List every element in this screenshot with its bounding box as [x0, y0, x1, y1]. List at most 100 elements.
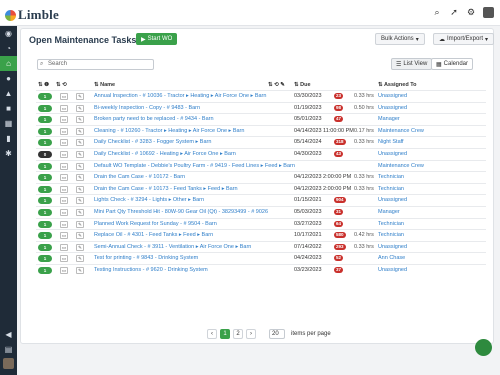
search-icon[interactable]: ⌕: [432, 7, 442, 17]
page-1-button[interactable]: 1: [220, 329, 230, 339]
chat-button[interactable]: [475, 339, 492, 356]
assignee-link[interactable]: Unassigned: [378, 197, 407, 203]
assigned-column-header[interactable]: ⇅ Assigned To: [378, 82, 417, 88]
home-icon[interactable]: ⌂: [0, 56, 17, 71]
table-row[interactable]: 1 ▭ ✎ Planned Work Request for Sunday - # 9…: [36, 217, 486, 230]
task-name-link[interactable]: Planned Work Request for Sunday - # 9504…: [94, 221, 217, 227]
task-name-link[interactable]: Drain the Cam Case - # 10172 - Barn: [94, 174, 185, 180]
task-name-link[interactable]: Cleaning - # 10260 - Tractor ▸ Heating ▸…: [94, 128, 244, 134]
overdue-badge: 52: [334, 255, 344, 262]
table-row[interactable]: 1 ▭ ✎ Testing Instructions - # 9620 - Drink…: [36, 263, 486, 276]
gear-icon[interactable]: ✱: [0, 146, 17, 161]
calendar-button[interactable]: ▦ Calendar: [431, 58, 474, 70]
table-row[interactable]: 1 ▭ ✎ Daily Checklist - # 3283 - Fogger Sys…: [36, 136, 486, 148]
table-row[interactable]: 1 ▭ ✎ Lights Check - # 3294 - Lights ▸ Othe…: [36, 194, 486, 206]
table-row[interactable]: 1 ▭ ✎ Annual Inspection - # 10036 - Tractor…: [36, 90, 486, 102]
table-row[interactable]: 1 ▭ ✎ Replace Oil - # 4301 - Feed Tanks ▸ F…: [36, 229, 486, 241]
task-name-link[interactable]: Testing Instructions - # 9620 - Drinking…: [94, 267, 208, 273]
assignee-link[interactable]: Unassigned: [378, 267, 407, 273]
warning-icon[interactable]: ▲: [0, 86, 17, 101]
overdue-badge: 37: [334, 266, 344, 273]
header-action-icons[interactable]: ⇅ ⟲ ✎: [268, 82, 285, 88]
wrench-icon: ✎: [76, 162, 84, 170]
task-type-icon: ▭: [60, 127, 68, 135]
wrench-icon: ✎: [76, 208, 84, 216]
table-row[interactable]: 1 ▭ ✎ Bi-weekly Inspection - Copy - # 9483 …: [36, 101, 486, 114]
assignee-link[interactable]: Unassigned: [378, 93, 407, 99]
task-type-icon: ▭: [60, 255, 68, 263]
list-view-button[interactable]: ☰ List View: [391, 58, 433, 70]
rocket-icon[interactable]: ➚: [449, 7, 459, 17]
import-export-button[interactable]: ☁ Import/Export ▾: [433, 33, 495, 45]
profile-avatar[interactable]: [3, 358, 14, 369]
next-page-button[interactable]: ›: [246, 329, 256, 339]
table-row[interactable]: 1 ▭ ✎ Drain the Cam Case - # 10173 - Feed T…: [36, 182, 486, 195]
map-icon[interactable]: ▦: [0, 116, 17, 131]
table-row[interactable]: 0 ▭ ✎ Daily Checklist - # 10692 - Heating ▸…: [36, 147, 486, 160]
assignee-link[interactable]: Technician: [378, 174, 404, 180]
assignee-link[interactable]: Unassigned: [378, 244, 407, 250]
task-name-link[interactable]: Daily Checklist - # 3283 - Fogger System…: [94, 139, 211, 145]
task-name-link[interactable]: Default WO Template - Debbie's Poultry F…: [94, 163, 295, 169]
pagination: ‹ 1 2 › 20 items per page: [207, 329, 331, 339]
table-row[interactable]: 1 ▭ ✎ Broken party need to be replaced - # …: [36, 113, 486, 125]
assignee-link[interactable]: Technician: [378, 221, 404, 227]
task-name-link[interactable]: Drain the Cam Case - # 10173 - Feed Tank…: [94, 186, 238, 192]
due-date: 04/30/2023: [294, 150, 322, 157]
assignee-link[interactable]: Maintenance Crew: [378, 163, 424, 169]
globe-icon[interactable]: ◉: [0, 26, 17, 41]
assignee-link[interactable]: Technician: [378, 186, 404, 192]
assignee-link[interactable]: Manager: [378, 116, 400, 122]
table-row[interactable]: 1 ▭ ✎ Mini Part Qty Threshold Hit - 80W-90 …: [36, 205, 486, 218]
logo-mark-icon: [5, 9, 16, 21]
task-name-link[interactable]: Mini Part Qty Threshold Hit - 80W-90 Gea…: [94, 209, 268, 215]
task-name-link[interactable]: Lights Check - # 3294 - Lights ▸ Other ▸…: [94, 197, 204, 203]
start-wo-button[interactable]: ▶ Start WO: [136, 33, 178, 45]
table-row[interactable]: 1 ▭ ✎ Semi-Annual Check - # 3911 - Ventilat…: [36, 240, 486, 253]
task-name-link[interactable]: Replace Oil - # 4301 - Feed Tanks ▸ Feed…: [94, 232, 213, 238]
task-name-link[interactable]: Daily Checklist - # 10692 - Heating ▸ Ai…: [94, 151, 236, 157]
column-icons[interactable]: ⇅ ⟲: [56, 82, 67, 88]
megaphone-icon[interactable]: ◀: [0, 327, 17, 342]
name-column-header[interactable]: ⇅ Name: [94, 82, 115, 88]
task-name-link[interactable]: Semi-Annual Check - # 3911 - Ventilation…: [94, 244, 251, 250]
search-input[interactable]: ⌕ Search: [37, 59, 154, 70]
task-type-icon: ▭: [60, 232, 68, 240]
user-avatar[interactable]: [483, 7, 494, 18]
list-icon: ☰: [396, 61, 402, 68]
chart-icon[interactable]: ▮: [0, 131, 17, 146]
bulk-actions-button[interactable]: Bulk Actions ▾: [375, 33, 425, 45]
due-date: 03/23/2023: [294, 266, 322, 273]
play-icon: ▶: [141, 36, 146, 43]
assignee-link[interactable]: Manager: [378, 209, 400, 215]
notifications-icon[interactable]: ▤: [0, 342, 17, 357]
box-icon[interactable]: ■: [0, 101, 17, 116]
table-row[interactable]: 1 ▭ ✎ Drain the Cam Case - # 10172 - Barn 04…: [36, 171, 486, 183]
settings-icon[interactable]: ⚙: [466, 7, 476, 17]
table-row[interactable]: 1 ▭ ✎ Default WO Template - Debbie's Poultr…: [36, 159, 486, 172]
assignee-link[interactable]: Unassigned: [378, 105, 407, 111]
assignee-link[interactable]: Technician: [378, 232, 404, 238]
sort-icon[interactable]: ⇅ ❶: [38, 82, 49, 88]
task-name-link[interactable]: Test for printing - # 9843 - Drinking Sy…: [94, 255, 198, 261]
page-2-button[interactable]: 2: [233, 329, 243, 339]
dashboard-icon[interactable]: ◔: [0, 41, 17, 56]
chevron-down-icon: ▾: [485, 36, 489, 43]
estimated-hours: 0.33 hrs: [354, 174, 374, 181]
prev-page-button[interactable]: ‹: [207, 329, 217, 339]
user-icon[interactable]: ●: [0, 71, 17, 86]
task-name-link[interactable]: Bi-weekly Inspection - Copy - # 9483 - B…: [94, 105, 200, 111]
table-row[interactable]: 1 ▭ ✎ Cleaning - # 10260 - Tractor ▸ Heatin…: [36, 124, 486, 137]
priority-badge: 1: [38, 266, 52, 274]
task-name-link[interactable]: Annual Inspection - # 10036 - Tractor ▸ …: [94, 93, 266, 99]
task-name-link[interactable]: Broken party need to be replaced - # 943…: [94, 116, 214, 122]
assignee-link[interactable]: Maintenance Crew: [378, 128, 424, 134]
assignee-link[interactable]: Unassigned: [378, 151, 407, 157]
limble-logo[interactable]: Limble: [5, 7, 59, 23]
due-column-header[interactable]: ⇅ Due: [294, 82, 311, 88]
table-row[interactable]: 1 ▭ ✎ Test for printing - # 9843 - Drinking…: [36, 252, 486, 264]
assignee-link[interactable]: Night Staff: [378, 139, 404, 145]
per-page-select[interactable]: 20: [269, 329, 285, 339]
task-type-icon: ▭: [60, 185, 68, 193]
assignee-link[interactable]: Ann Chase: [378, 255, 405, 261]
